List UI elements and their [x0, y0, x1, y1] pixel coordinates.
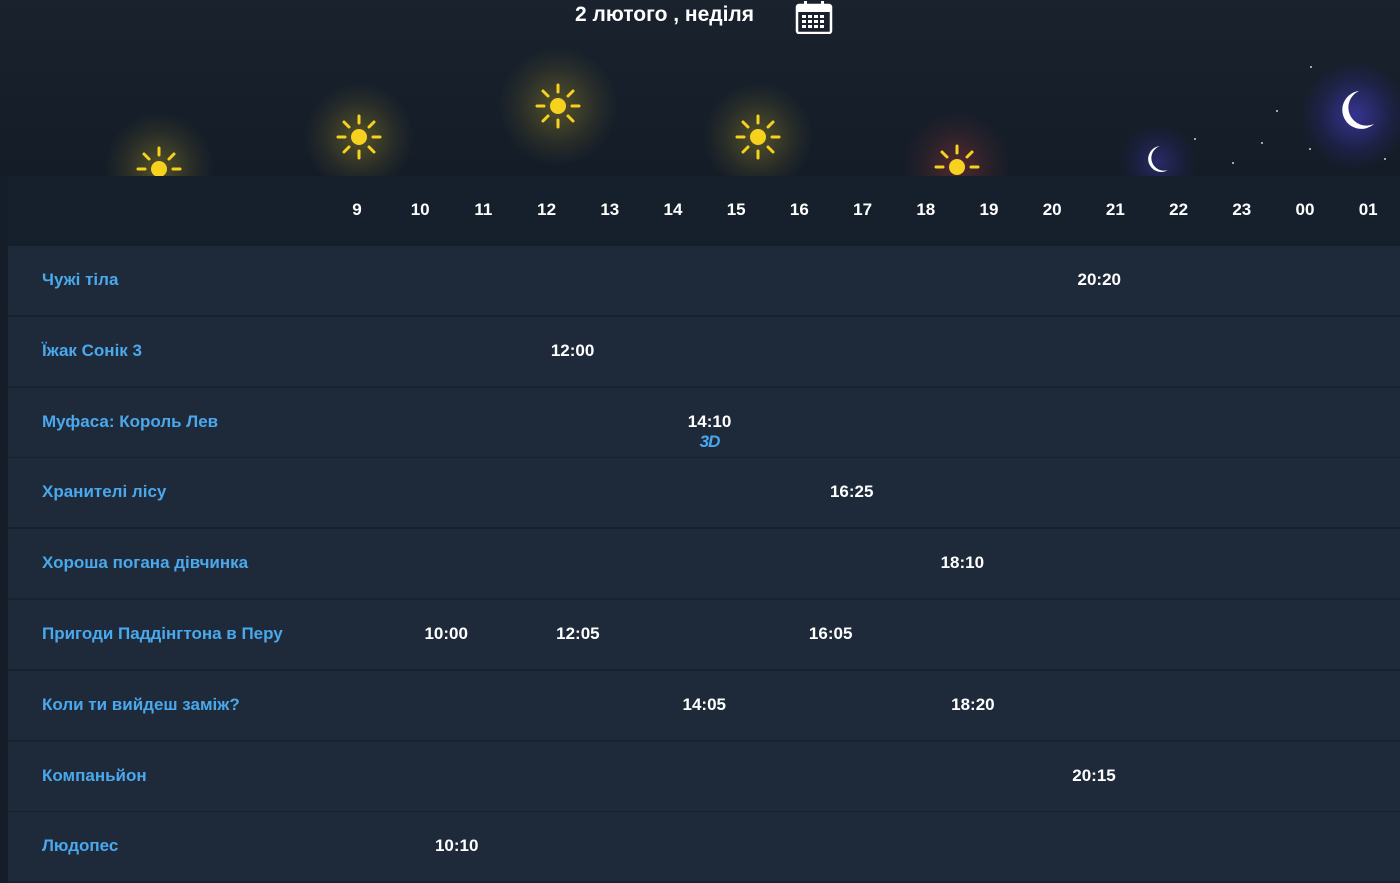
star: [1384, 158, 1386, 160]
star: [1261, 142, 1263, 144]
movie-row: Людопес 10:10: [8, 812, 1400, 883]
hour-label: 21: [1105, 200, 1125, 219]
calendar-icon[interactable]: [795, 0, 833, 34]
movie-row: Хороша погана дівчинка 18:10: [8, 529, 1400, 601]
movie-title-link[interactable]: Муфаса: Король Лев: [42, 412, 218, 432]
movie-title-link[interactable]: Хороша погана дівчинка: [42, 553, 248, 573]
movie-row: Чужі тіла 20:20: [8, 246, 1400, 317]
sun-icon: [136, 146, 182, 176]
hour-label: 10: [410, 200, 430, 219]
sun-icon: [535, 83, 581, 129]
hour-label: 23: [1232, 200, 1252, 219]
hours-header: 9 10 11 12 13 14 15 16 17 18 19 20 21 22 23 00 01: [8, 176, 1400, 246]
session-time-button[interactable]: 12:00: [551, 341, 594, 361]
session-time-button[interactable]: 14:10: [688, 412, 731, 432]
star: [1232, 162, 1234, 164]
movie-row: Коли ти вийдеш заміж? 14:05 18:20: [8, 670, 1400, 742]
session-time-button[interactable]: 10:00: [424, 624, 467, 644]
hour-label: 18: [916, 200, 936, 219]
date-header: 2 лютого , неділя: [0, 0, 1400, 34]
selected-date: 2 лютого , неділя: [575, 3, 755, 26]
movie-row: Муфаса: Король Лев 14:10 3D: [8, 387, 1400, 459]
star: [1310, 66, 1312, 68]
format-3d-badge: 3D: [699, 431, 721, 451]
session-time-button[interactable]: 20:15: [1072, 766, 1115, 786]
session-time-button[interactable]: 12:05: [556, 624, 599, 644]
session-time-button[interactable]: 14:05: [683, 695, 726, 715]
sun-icon: [336, 114, 382, 160]
hour-label: 9: [352, 200, 362, 219]
hour-label: 00: [1295, 200, 1315, 219]
hour-label: 01: [1358, 200, 1378, 219]
movie-title-link[interactable]: Їжак Сонік 3: [42, 341, 142, 361]
hour-label: 20: [1042, 200, 1062, 219]
movie-title-link[interactable]: Чужі тіла: [42, 270, 118, 290]
movie-title-link[interactable]: Коли ти вийдеш заміж?: [42, 695, 240, 715]
movie-row: Їжак Сонік 3 12:00: [8, 316, 1400, 388]
session-time-button[interactable]: 16:05: [809, 624, 852, 644]
movie-title-link[interactable]: Компаньйон: [42, 766, 147, 786]
hour-label: 22: [1169, 200, 1189, 219]
movie-title-link[interactable]: Людопес: [42, 836, 118, 856]
star: [1194, 138, 1196, 140]
moon-icon: [1148, 146, 1168, 172]
moon-icon: [1342, 91, 1374, 129]
session-time-button[interactable]: 18:10: [941, 553, 984, 573]
movie-row: Пригоди Паддінгтона в Перу 10:00 12:05 16:0…: [8, 600, 1400, 671]
star: [1309, 148, 1311, 150]
movie-title-link[interactable]: Пригоди Паддінгтона в Перу: [42, 624, 283, 644]
schedule-grid: 9 10 11 12 13 14 15 16 17 18 19 20 21 22 23 00 01 Чужі т…: [8, 176, 1400, 883]
movie-row: Компаньйон 20:15: [8, 741, 1400, 813]
hour-label: 13: [600, 200, 620, 219]
hour-label: 16: [789, 200, 809, 219]
hour-label: 12: [537, 200, 557, 219]
hour-label: 14: [663, 200, 683, 219]
hour-label: 11: [474, 200, 493, 219]
sun-icon: [735, 114, 781, 160]
hour-label: 19: [979, 200, 999, 219]
sun-icon: [934, 144, 980, 175]
session-time-button[interactable]: 16:25: [830, 482, 873, 502]
hour-label: 15: [726, 200, 746, 219]
session-time-button[interactable]: 18:20: [951, 695, 994, 715]
movie-row: Хранителі лісу 16:25: [8, 458, 1400, 530]
session-time-button[interactable]: 20:20: [1078, 270, 1121, 290]
movie-title-link[interactable]: Хранителі лісу: [42, 482, 166, 502]
star: [1276, 110, 1278, 112]
hour-label: 17: [853, 200, 873, 219]
session-time-button[interactable]: 10:10: [435, 836, 478, 856]
